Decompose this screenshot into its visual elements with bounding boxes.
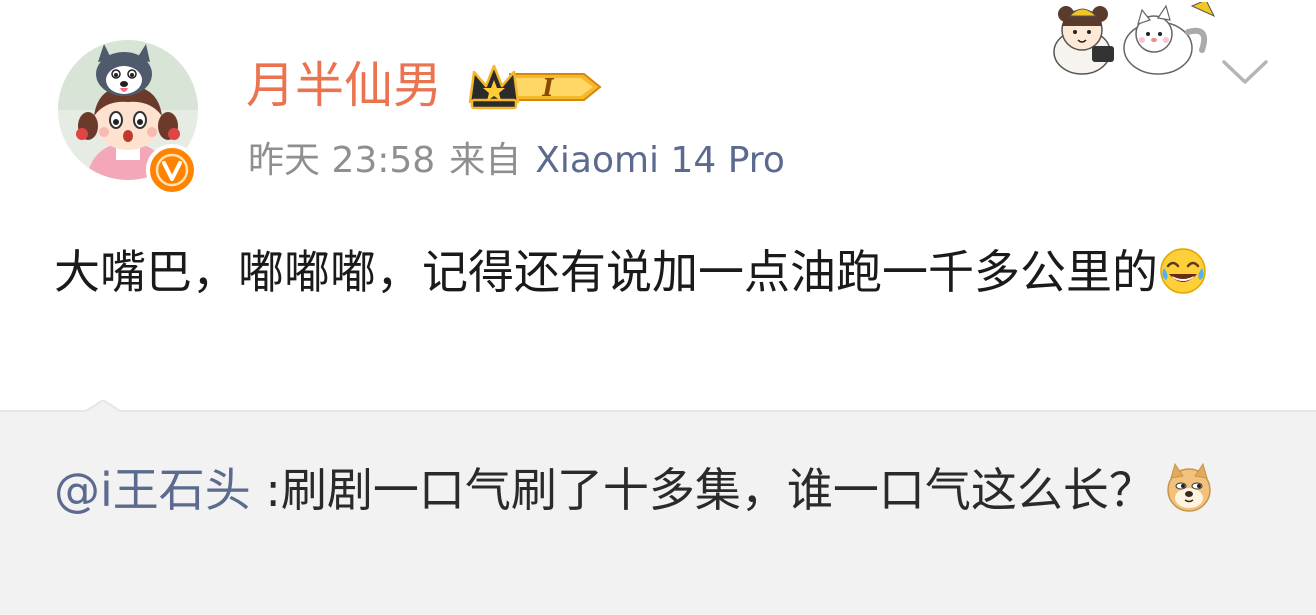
source-device-link[interactable]: Xiaomi 14 Pro: [535, 140, 785, 181]
post-content: 大嘴巴，嘟嘟嘟，记得还有说加一点油跑一千多公里的: [54, 238, 1254, 306]
verified-badge-icon: [146, 144, 198, 196]
laughing-tears-emoji-icon: [1158, 246, 1208, 296]
doge-emoji-icon: [1163, 462, 1215, 514]
vip-crown-icon[interactable]: I: [466, 58, 606, 116]
weibo-post-card: 月半仙男 I 昨天 23:58 来自 Xiaomi 14 Pro 大嘴巴，嘟嘟嘟…: [0, 0, 1316, 615]
repost-text: :刷剧一口气刷了十多集，谁一口气这么长？: [250, 463, 1155, 517]
author-name[interactable]: 月半仙男: [246, 54, 442, 118]
repost-notch-icon: [86, 400, 120, 420]
post-meta: 昨天 23:58 来自 Xiaomi 14 Pro: [248, 136, 785, 186]
source-prefix: 来自: [449, 140, 522, 181]
post-time: 昨天 23:58: [248, 140, 436, 181]
vip-level-text: I: [541, 73, 554, 102]
repost-content: @i王石头 :刷剧一口气刷了十多集，谁一口气这么长？: [54, 456, 1244, 524]
post-text: 大嘴巴，嘟嘟嘟，记得还有说加一点油跑一千多公里的: [54, 245, 1158, 299]
repost-mention-link[interactable]: @i王石头: [54, 463, 251, 517]
card-decoration-sticker-icon: [1042, 0, 1218, 80]
chevron-down-icon[interactable]: [1220, 56, 1270, 86]
